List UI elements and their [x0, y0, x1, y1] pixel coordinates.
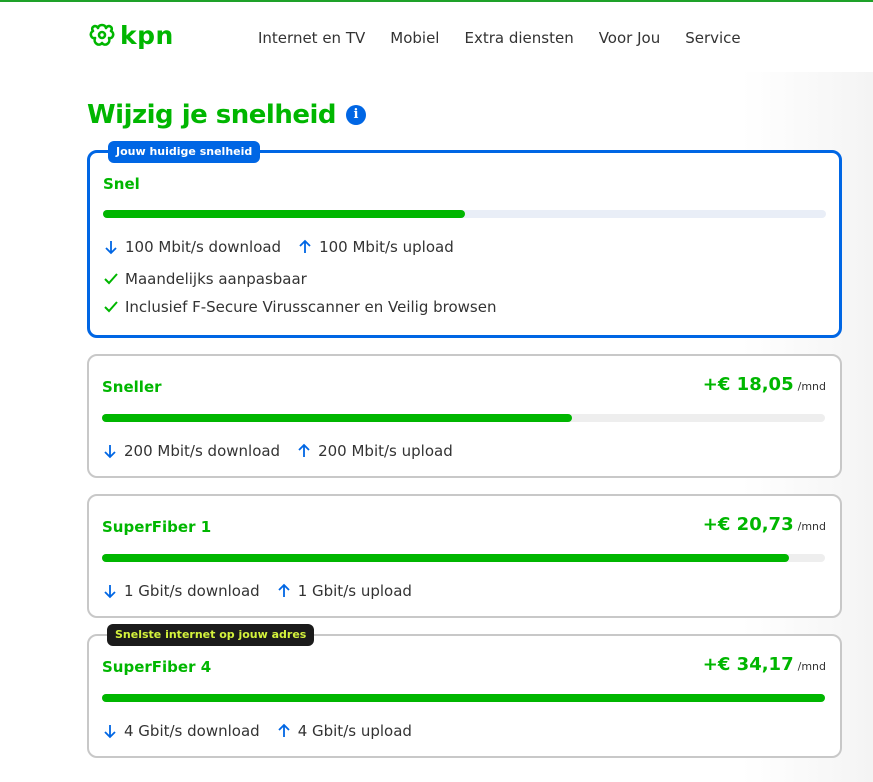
info-icon[interactable]: i: [346, 105, 367, 125]
checkmark-icon: [104, 301, 118, 313]
speed-bar: [102, 414, 825, 422]
plan-name: SuperFiber 4: [102, 658, 212, 676]
arrow-down-icon: [105, 241, 117, 255]
upload-label: 1 Gbit/s upload: [297, 582, 412, 600]
download-label: 4 Gbit/s download: [124, 722, 260, 740]
upload-speed: 100 Mbit/s upload: [297, 238, 454, 256]
download-speed: 1 Gbit/s download: [102, 582, 260, 600]
speed-row: 100 Mbit/s download 100 Mbit/s upload: [103, 238, 470, 256]
speed-bar-fill: [102, 694, 825, 702]
arrow-up-icon: [298, 443, 310, 457]
speed-bar-fill: [102, 414, 572, 422]
plan-card-superfiber-4[interactable]: Snelste internet op jouw adres SuperFibe…: [87, 624, 842, 758]
nav-item-extra-diensten[interactable]: Extra diensten: [464, 28, 573, 48]
price: +€ 34,17 /mnd: [703, 654, 826, 675]
arrow-up-icon: [278, 583, 290, 597]
price: +€ 18,05 /mnd: [703, 374, 826, 395]
price-unit: /mnd: [797, 660, 826, 673]
speed-bar-fill: [102, 554, 789, 562]
download-speed: 100 Mbit/s download: [103, 238, 281, 256]
feature-label: Inclusief F-Secure Virusscanner en Veili…: [125, 298, 497, 316]
download-label: 100 Mbit/s download: [125, 238, 282, 256]
price: +€ 20,73 /mnd: [703, 514, 826, 535]
speed-row: 1 Gbit/s download 1 Gbit/s upload: [102, 582, 428, 600]
upload-label: 100 Mbit/s upload: [319, 238, 454, 256]
plan-card-snel[interactable]: Jouw huidige snelheid Snel 100 Mbit/s do…: [87, 141, 842, 338]
plan-name: Sneller: [102, 378, 162, 396]
price-amount: +€ 34,17: [702, 654, 794, 675]
upload-speed: 1 Gbit/s upload: [276, 582, 412, 600]
upload-label: 4 Gbit/s upload: [297, 722, 412, 740]
speed-bar: [102, 554, 825, 562]
main-nav: Internet en TV Mobiel Extra diensten Voo…: [258, 28, 766, 48]
speed-bar: [102, 694, 825, 702]
plan-name: Snel: [103, 175, 140, 193]
arrow-down-icon: [104, 445, 116, 459]
nav-item-mobiel[interactable]: Mobiel: [390, 28, 439, 48]
download-label: 200 Mbit/s download: [124, 442, 281, 460]
feature-label: Maandelijks aanpasbaar: [125, 270, 307, 288]
kpn-logo[interactable]: kpn: [87, 21, 174, 51]
checkmark-icon: [104, 273, 118, 285]
download-label: 1 Gbit/s download: [124, 582, 260, 600]
arrow-up-icon: [278, 723, 290, 737]
plan-card-superfiber-1[interactable]: SuperFiber 1 +€ 20,73 /mnd 1 Gbit/s down…: [87, 494, 842, 618]
nav-item-internet-en-tv[interactable]: Internet en TV: [258, 28, 365, 48]
upload-speed: 4 Gbit/s upload: [276, 722, 412, 740]
feature-row: Maandelijks aanpasbaar: [103, 270, 307, 288]
price-amount: +€ 20,73: [702, 514, 794, 535]
price-amount: +€ 18,05: [702, 374, 794, 395]
logo-text: kpn: [120, 21, 174, 50]
nav-item-voor-jou[interactable]: Voor Jou: [599, 28, 661, 48]
current-speed-badge: Jouw huidige snelheid: [108, 141, 261, 163]
fastest-internet-badge: Snelste internet op jouw adres: [107, 624, 315, 646]
page-title: Wijzig je snelheid: [87, 100, 337, 130]
download-speed: 4 Gbit/s download: [102, 722, 260, 740]
kpn-crown-icon: [89, 23, 115, 46]
speed-row: 200 Mbit/s download 200 Mbit/s upload: [102, 442, 469, 460]
site-header: kpn Internet en TV Mobiel Extra diensten…: [0, 2, 873, 72]
arrow-up-icon: [299, 239, 311, 253]
price-unit: /mnd: [797, 520, 826, 533]
feature-row: Inclusief F-Secure Virusscanner en Veili…: [103, 298, 496, 316]
speed-bar: [103, 210, 826, 218]
price-unit: /mnd: [797, 380, 826, 393]
speed-bar-fill: [103, 210, 465, 218]
upload-label: 200 Mbit/s upload: [318, 442, 453, 460]
plan-name: SuperFiber 1: [102, 518, 212, 536]
title-row: Wijzig je snelheid i: [87, 98, 367, 132]
plan-card-sneller[interactable]: Sneller +€ 18,05 /mnd 200 Mbit/s downloa…: [87, 354, 842, 478]
download-speed: 200 Mbit/s download: [102, 442, 280, 460]
arrow-down-icon: [104, 585, 116, 599]
speed-row: 4 Gbit/s download 4 Gbit/s upload: [102, 722, 428, 740]
nav-item-service[interactable]: Service: [685, 28, 740, 48]
arrow-down-icon: [104, 725, 116, 739]
upload-speed: 200 Mbit/s upload: [296, 442, 453, 460]
